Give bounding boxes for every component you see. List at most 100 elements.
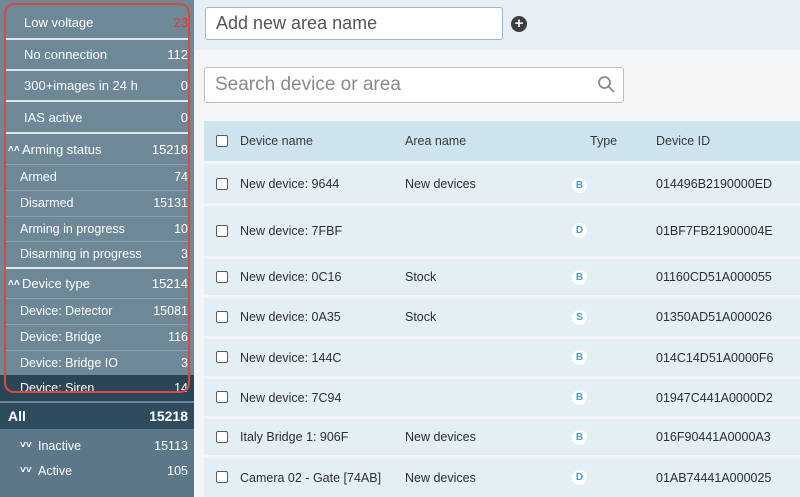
sidebar: Low voltage 23 No connection 112 300+ima…: [0, 0, 194, 497]
filter-label: No connection: [24, 47, 108, 62]
section-arming-status[interactable]: ˄˄ Arming status 15218: [0, 134, 194, 164]
filter-device-siren[interactable]: Device: Siren 14: [0, 375, 194, 401]
filter-label: 300+images in 24 h: [24, 78, 138, 93]
chevron-double-up-icon: ˄˄: [8, 278, 20, 289]
filter-label: Disarming in progress: [20, 247, 142, 261]
chevron-double-down-icon: ˅˅: [20, 465, 32, 476]
filter-count: 15131: [153, 196, 188, 210]
filter-label: Armed: [20, 170, 57, 184]
filter-device-detector[interactable]: Device: Detector 15081: [0, 298, 194, 324]
device-name: Camera 02 - Gate [74AB]: [240, 470, 382, 485]
device-id: 014496B2190000ED: [656, 176, 773, 191]
device-id: 014C14D51A0000F6: [656, 350, 774, 365]
filter-ias-active[interactable]: IAS active 0: [0, 102, 194, 132]
table-row[interactable]: New device: 144C B 014C14D51A0000F6: [204, 339, 800, 376]
filter-count: 15218: [149, 408, 188, 424]
table-row[interactable]: New device: 7C94 B 01947C441A0000D2: [204, 379, 800, 416]
device-id: 016F90441A0000A3: [656, 430, 771, 444]
table-row[interactable]: Italy Bridge 1: 906F New devices B 016F9…: [204, 419, 800, 455]
filter-count: 15113: [154, 438, 188, 453]
filter-inactive[interactable]: ˅˅ Inactive 15113: [0, 433, 194, 458]
filter-count: 105: [167, 463, 188, 478]
filter-label: Device: Siren: [20, 381, 95, 395]
filter-images-24h[interactable]: 300+images in 24 h 0: [0, 71, 194, 100]
plus-circle-icon[interactable]: +: [511, 16, 527, 32]
table-header: Device name Area name Type Device ID: [204, 121, 800, 161]
filter-device-bridge-io[interactable]: Device: Bridge IO 3: [0, 350, 194, 375]
column-type[interactable]: Type: [590, 121, 617, 161]
filter-label: Low voltage: [24, 14, 94, 30]
row-checkbox[interactable]: [216, 431, 228, 443]
device-name: New device: 7C94: [240, 390, 342, 405]
device-name: New device: 9644: [240, 176, 340, 191]
area-name: New devices: [405, 176, 476, 191]
column-area-name[interactable]: Area name: [405, 121, 466, 161]
section-total: 15218: [151, 141, 188, 157]
table-row[interactable]: New device: 0C16 Stock B 01160CD51A00005…: [204, 259, 800, 295]
table-row[interactable]: Camera 02 - Gate [74AB] New devices D 01…: [204, 458, 800, 497]
device-name: New device: 0A35: [240, 310, 341, 324]
device-name: New device: 144C: [240, 350, 342, 365]
add-area-input[interactable]: [205, 7, 503, 40]
chevron-double-up-icon: ˄˄: [8, 143, 20, 155]
filter-count: 0: [180, 109, 188, 125]
area-name: New devices: [405, 430, 476, 444]
section-device-type[interactable]: ˄˄ Device type 15214: [0, 269, 194, 298]
filter-label: Disarmed: [20, 196, 74, 210]
filter-count: 3: [181, 247, 188, 261]
filter-count: 0: [180, 78, 188, 93]
filter-count: 3: [181, 355, 188, 370]
table-row[interactable]: New device: 9644 New devices B 014496B21…: [204, 164, 800, 203]
column-device-name[interactable]: Device name: [240, 121, 313, 161]
filter-label: All: [8, 408, 26, 424]
chevron-double-down-icon: ˅˅: [20, 440, 32, 451]
device-id: 01BF7FB21900004E: [656, 224, 773, 238]
row-checkbox[interactable]: [216, 391, 228, 403]
filter-count: 23: [173, 14, 188, 30]
area-name: Stock: [405, 270, 437, 284]
row-checkbox[interactable]: [216, 271, 228, 283]
device-id: 01AB74441A000025: [656, 470, 772, 485]
type-badge: S: [572, 310, 587, 325]
row-checkbox[interactable]: [216, 178, 228, 190]
device-name: Italy Bridge 1: 906F: [240, 430, 349, 444]
magnifier-icon[interactable]: [597, 75, 615, 93]
table-row[interactable]: New device: 7FBF D 01BF7FB21900004E: [204, 206, 800, 256]
area-name: Stock: [405, 310, 437, 324]
filter-count: 74: [174, 170, 188, 184]
filter-armed[interactable]: Armed 74: [0, 164, 194, 190]
row-checkbox[interactable]: [216, 225, 228, 237]
row-checkbox[interactable]: [216, 311, 228, 323]
device-id: 01947C441A0000D2: [656, 390, 773, 405]
filter-label: Inactive: [38, 438, 82, 453]
column-device-id[interactable]: Device ID: [656, 121, 710, 161]
filter-arming-in-progress[interactable]: Arming in progress 10: [0, 216, 194, 241]
type-badge: B: [572, 178, 587, 193]
area-name: New devices: [405, 470, 476, 485]
filter-count: 112: [167, 47, 188, 62]
filter-count: 10: [174, 221, 188, 236]
filter-label: Active: [38, 463, 73, 478]
type-badge: B: [572, 390, 587, 405]
type-badge: D: [572, 223, 587, 238]
row-checkbox[interactable]: [216, 351, 228, 363]
search-input[interactable]: [204, 67, 624, 103]
table-row[interactable]: New device: 0A35 Stock S 01350AD51A00002…: [204, 298, 800, 336]
select-all-checkbox[interactable]: [216, 135, 228, 147]
section-title: Device type: [22, 276, 90, 291]
filter-label: Arming in progress: [20, 221, 125, 236]
filter-all[interactable]: All 15218: [0, 403, 194, 429]
type-badge: B: [572, 430, 587, 445]
section-total: 15214: [151, 276, 188, 291]
filter-low-voltage[interactable]: Low voltage 23: [0, 6, 194, 38]
row-checkbox[interactable]: [216, 471, 228, 483]
filter-device-bridge[interactable]: Device: Bridge 116: [0, 324, 194, 350]
filter-disarmed[interactable]: Disarmed 15131: [0, 190, 194, 216]
type-badge: B: [572, 270, 587, 285]
filter-no-connection[interactable]: No connection 112: [0, 40, 194, 69]
filter-active[interactable]: ˅˅ Active 105: [0, 458, 194, 483]
type-badge: D: [572, 470, 587, 485]
filter-disarming-in-progress[interactable]: Disarming in progress 3: [0, 241, 194, 267]
filter-label: Device: Bridge: [20, 330, 102, 344]
device-id: 01350AD51A000026: [656, 310, 773, 324]
